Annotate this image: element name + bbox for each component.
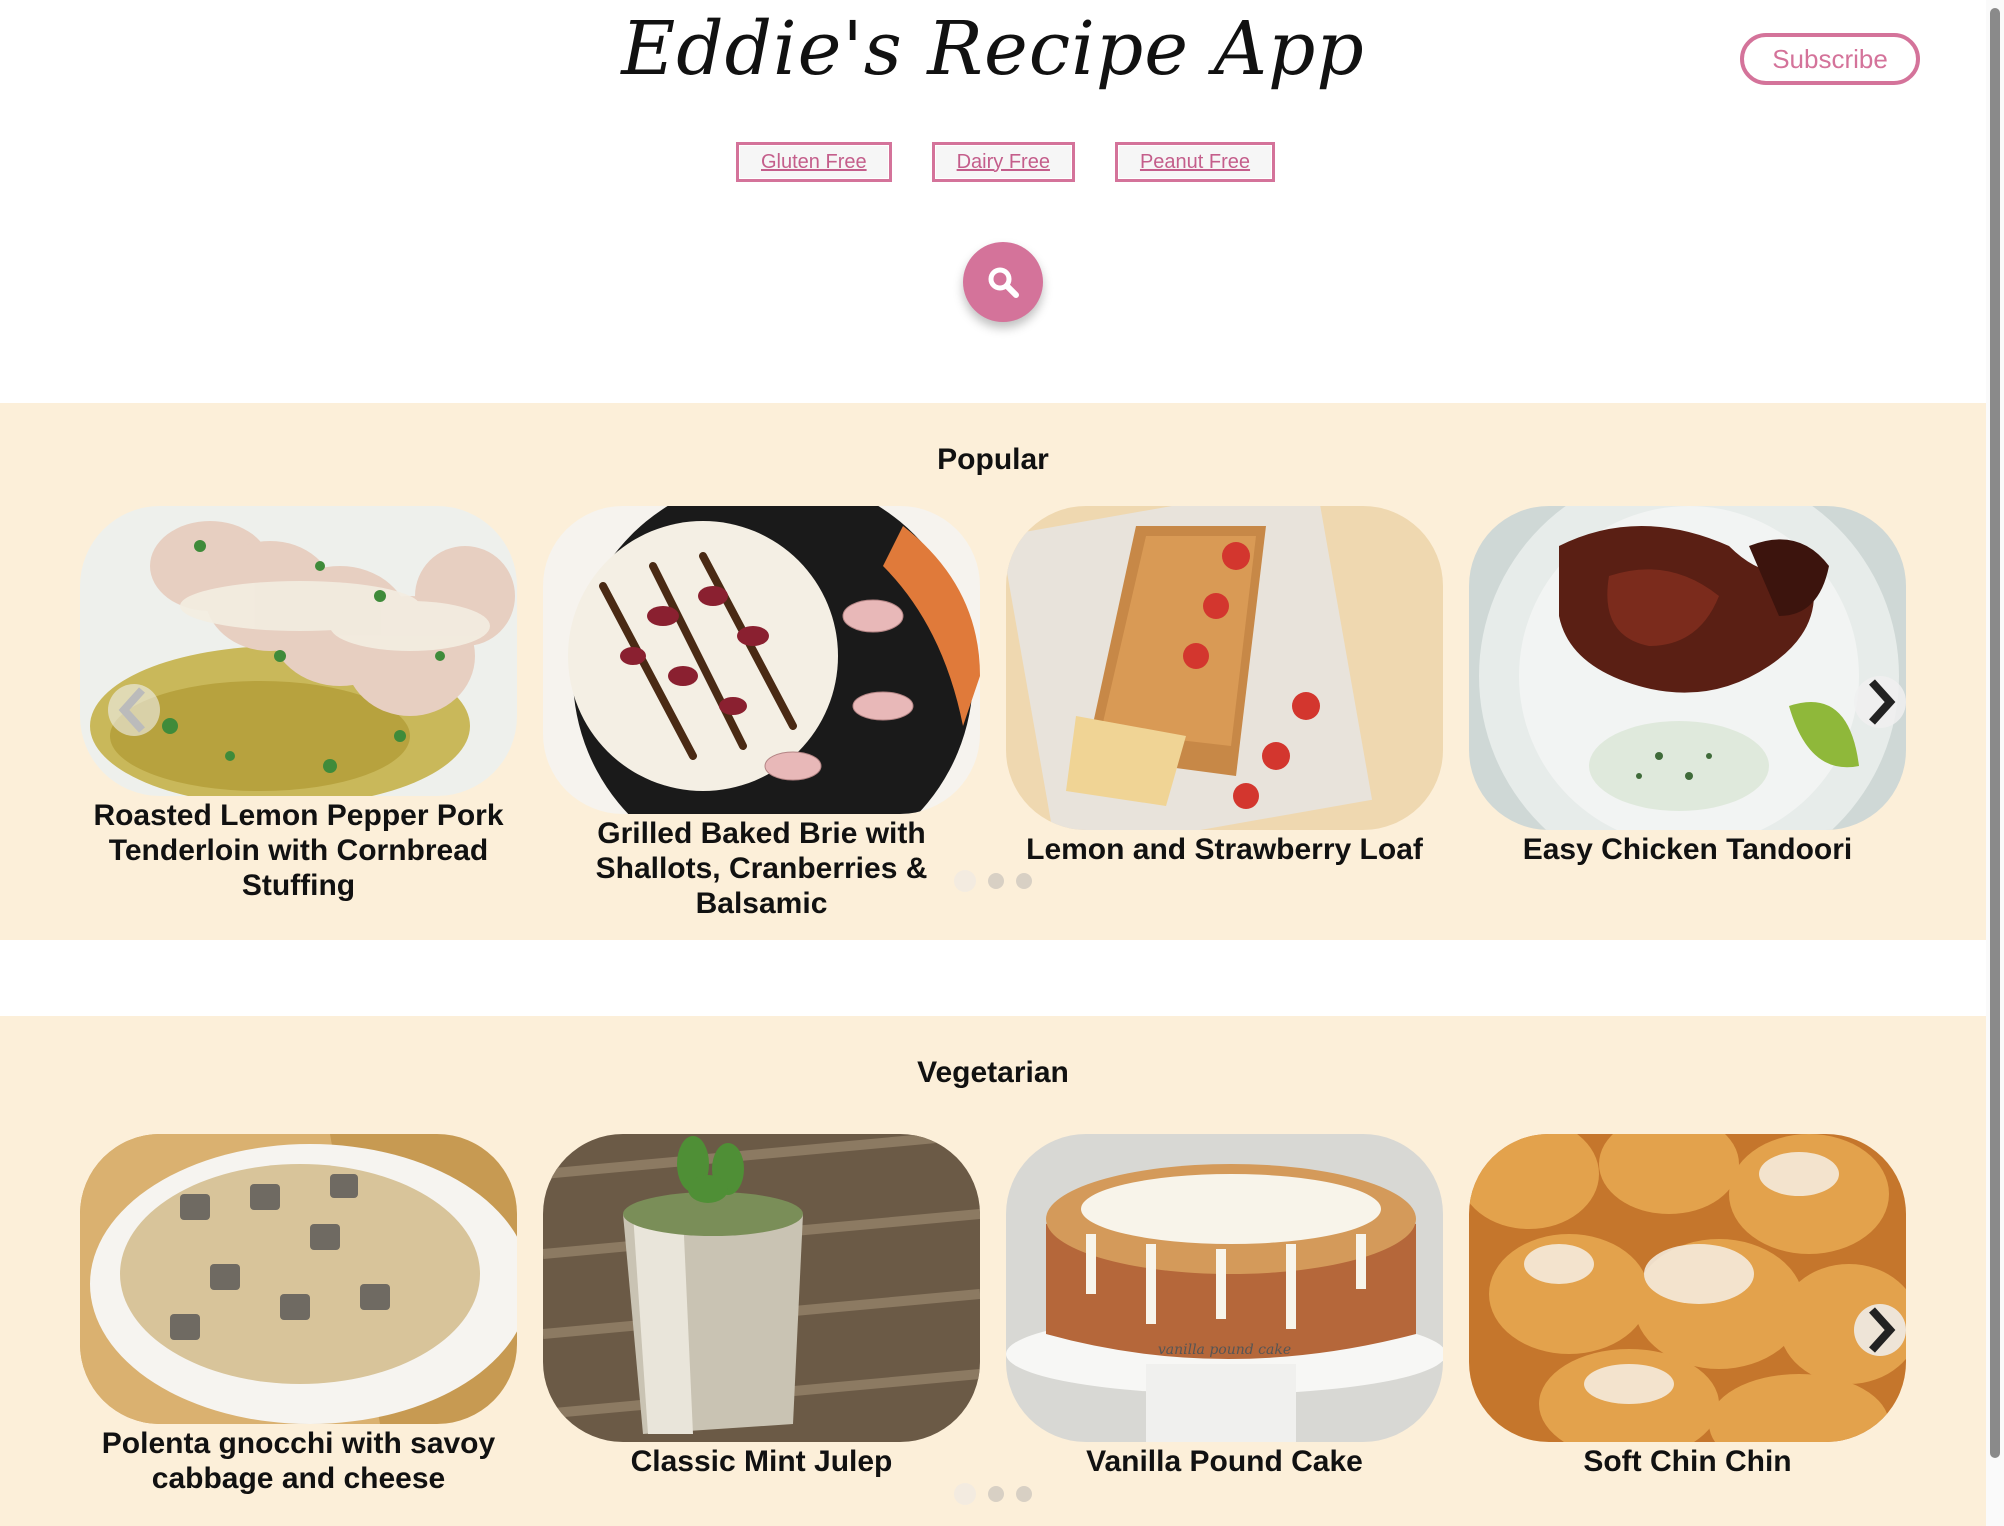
vegetarian-carousel: Polenta gnocchi with savoy cabbage and c… xyxy=(80,1134,1906,1496)
recipe-image-chicken-tandoori[interactable] xyxy=(1469,506,1906,830)
recipe-card[interactable]: Roasted Lemon Pepper Pork Tenderloin wit… xyxy=(80,506,517,921)
recipe-image-baked-brie[interactable] xyxy=(543,506,980,814)
recipe-image-chin-chin[interactable] xyxy=(1469,1134,1906,1442)
carousel-next-button[interactable] xyxy=(1854,1304,1906,1356)
filter-peanut-free[interactable]: Peanut Free xyxy=(1114,142,1276,182)
recipe-image-strawberry-loaf[interactable] xyxy=(1006,506,1443,830)
cake-stand-caption: vanilla pound cake xyxy=(1157,1342,1292,1358)
vegetarian-section: Vegetarian Polenta gnocchi with savoy ca… xyxy=(0,1016,1986,1526)
popular-carousel: Roasted Lemon Pepper Pork Tenderloin wit… xyxy=(80,506,1906,921)
recipe-image-mint-julep[interactable] xyxy=(543,1134,980,1442)
carousel-pagination xyxy=(0,870,1986,892)
app-logo-title[interactable]: Eddie's Recipe App xyxy=(0,6,1986,92)
recipe-title[interactable]: Vanilla Pound Cake xyxy=(1006,1444,1443,1479)
recipe-card[interactable]: vanilla pound cake Vanilla Pound Cake xyxy=(1006,1134,1443,1496)
recipe-image-vanilla-pound-cake[interactable]: vanilla pound cake xyxy=(1006,1134,1443,1442)
diet-filter-bar: Gluten Free Dairy Free Peanut Free xyxy=(736,142,1276,182)
scrollbar-thumb[interactable] xyxy=(1990,8,2000,1458)
pagination-dot[interactable] xyxy=(1016,1486,1032,1502)
section-title-popular: Popular xyxy=(937,443,1049,476)
recipe-card[interactable]: Lemon and Strawberry Loaf xyxy=(1006,506,1443,921)
recipe-card[interactable]: Soft Chin Chin xyxy=(1469,1134,1906,1496)
chevron-left-icon xyxy=(118,687,145,733)
search-icon xyxy=(988,267,1019,298)
recipe-image-polenta-gnocchi[interactable] xyxy=(80,1134,517,1424)
recipe-title[interactable]: Grilled Baked Brie with Shallots, Cranbe… xyxy=(543,816,980,921)
filter-gluten-free[interactable]: Gluten Free xyxy=(736,142,892,182)
recipe-card[interactable]: Polenta gnocchi with savoy cabbage and c… xyxy=(80,1134,517,1496)
section-title-vegetarian: Vegetarian xyxy=(917,1056,1069,1089)
carousel-prev-button[interactable] xyxy=(108,684,160,736)
chevron-right-icon xyxy=(1869,679,1896,725)
pagination-dot-active[interactable] xyxy=(954,870,976,892)
recipe-title[interactable]: Classic Mint Julep xyxy=(543,1444,980,1479)
recipe-title[interactable]: Soft Chin Chin xyxy=(1469,1444,1906,1479)
recipe-card[interactable]: Classic Mint Julep xyxy=(543,1134,980,1496)
recipe-title[interactable]: Easy Chicken Tandoori xyxy=(1469,832,1906,867)
carousel-next-button[interactable] xyxy=(1854,676,1906,728)
pagination-dot-active[interactable] xyxy=(954,1483,976,1505)
recipe-image-pork-tenderloin[interactable] xyxy=(80,506,517,796)
recipe-card[interactable]: Easy Chicken Tandoori xyxy=(1469,506,1906,921)
recipe-card[interactable]: Grilled Baked Brie with Shallots, Cranbe… xyxy=(543,506,980,921)
popular-section: Popular Roasted Lemon Pepper Pork Tender… xyxy=(0,403,1986,940)
pagination-dot[interactable] xyxy=(988,1486,1004,1502)
recipe-title[interactable]: Lemon and Strawberry Loaf xyxy=(1006,832,1443,867)
pagination-dot[interactable] xyxy=(1016,873,1032,889)
carousel-pagination xyxy=(0,1483,1986,1505)
pagination-dot[interactable] xyxy=(988,873,1004,889)
chevron-right-icon xyxy=(1869,1307,1896,1353)
search-button[interactable] xyxy=(963,242,1043,322)
filter-dairy-free[interactable]: Dairy Free xyxy=(931,142,1075,182)
recipe-app-page: Eddie's Recipe App Subscribe Gluten Free… xyxy=(0,0,1986,1526)
subscribe-button[interactable]: Subscribe xyxy=(1740,33,1920,85)
